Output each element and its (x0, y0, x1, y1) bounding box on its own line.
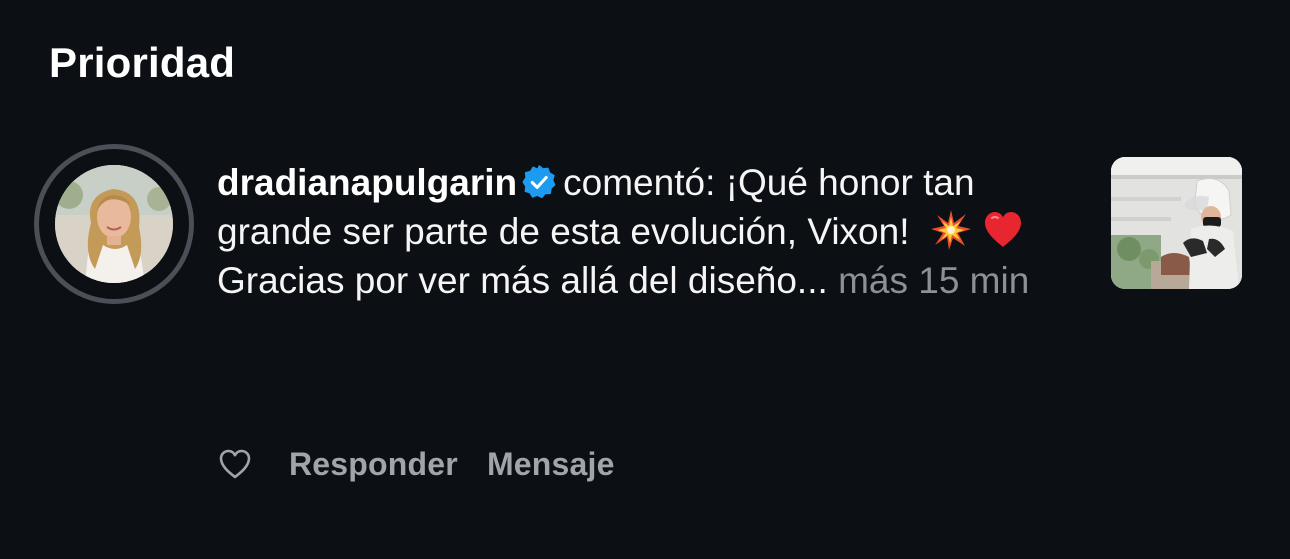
more-link[interactable]: más (838, 260, 908, 301)
red-heart-emoji-icon (982, 209, 1024, 251)
username-link[interactable]: dradianapulgarin (217, 162, 517, 203)
timestamp: 15 min (918, 260, 1030, 301)
heart-outline-icon[interactable] (217, 446, 253, 482)
comment-actions: Responder Mensaje (217, 440, 644, 488)
verified-badge-icon (521, 164, 557, 200)
comment-text-continued: Gracias por ver más allá del diseño... (217, 260, 828, 301)
post-thumbnail[interactable] (1111, 157, 1242, 289)
collision-emoji-icon (930, 209, 972, 251)
avatar[interactable] (55, 165, 173, 283)
action-text: comentó: (563, 162, 716, 203)
section-title: Prioridad (49, 39, 236, 86)
notification-text[interactable]: dradianapulgarin comentó: ¡Qué honor tan … (217, 158, 1077, 305)
reply-button[interactable]: Responder (289, 446, 458, 483)
story-ring[interactable] (34, 144, 194, 304)
message-button[interactable]: Mensaje (487, 446, 615, 483)
